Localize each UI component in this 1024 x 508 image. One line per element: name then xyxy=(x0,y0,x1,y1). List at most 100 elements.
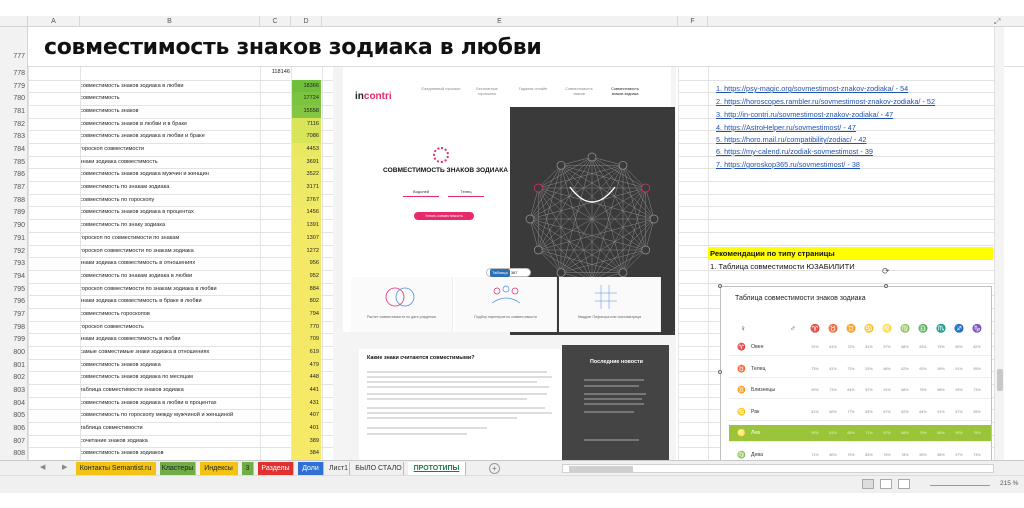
keyword-cell[interactable]: гороскоп совместимости по знакам зодиака xyxy=(80,248,194,254)
row-header[interactable]: 789 xyxy=(0,209,28,216)
row-header[interactable]: 807 xyxy=(0,438,28,445)
horizontal-scroll-thumb[interactable] xyxy=(569,466,633,472)
resize-handle[interactable] xyxy=(718,284,722,288)
keyword-cell[interactable]: совместимость гороскопов xyxy=(80,311,150,317)
select-all-corner[interactable] xyxy=(0,16,28,27)
column-header-b[interactable]: B xyxy=(80,16,260,27)
column-header-e[interactable]: E xyxy=(322,16,678,27)
competitor-link[interactable]: 6. https://my-calend.ru/zodiak-sovmestim… xyxy=(716,147,873,156)
zoom-slider[interactable] xyxy=(930,485,990,486)
keyword-cell[interactable]: знаки зодиака совместимость xyxy=(80,159,158,165)
row-header[interactable]: 808 xyxy=(0,450,28,457)
compatibility-row[interactable]: ♋ Рак 81% 60% 77% 83% 67% 82% 64% 91% 87% 95% xyxy=(729,404,991,421)
volume-cell[interactable]: 4453 xyxy=(291,143,321,156)
volume-cell[interactable]: 952 xyxy=(291,269,321,283)
row-header[interactable]: 782 xyxy=(0,121,28,128)
volume-cell[interactable]: 770 xyxy=(291,320,321,334)
prototype-image[interactable]: incontri Ежедневный гороскоп Бесплатные … xyxy=(333,67,676,460)
column-header-c[interactable]: C xyxy=(260,16,291,27)
volume-cell[interactable]: 709 xyxy=(291,333,321,346)
resize-handle[interactable] xyxy=(884,284,888,288)
column-header-d[interactable]: D xyxy=(291,16,322,27)
keyword-cell[interactable]: совместимость xyxy=(80,95,120,101)
zoom-level[interactable]: 215 % xyxy=(1000,480,1018,487)
page-break-view-button[interactable] xyxy=(898,479,910,489)
column-header-f[interactable]: F xyxy=(678,16,708,27)
keyword-cell[interactable]: знаки зодиака совместимость в отношениях xyxy=(80,260,195,266)
resize-handle[interactable] xyxy=(718,370,722,374)
compatibility-row[interactable]: ♌ Лев 99% 81% 68% 71% 57% 88% 79% 88% 99% 76% xyxy=(729,425,991,442)
vertical-scroll-thumb[interactable] xyxy=(997,369,1003,391)
keyword-cell[interactable]: совместимость знаков зодиака в любви и б… xyxy=(80,133,205,139)
competitor-link[interactable]: 4. https://AstroHelper.ru/sovmestimost/ … xyxy=(716,123,856,132)
competitor-link[interactable]: 3. http://in-contri.ru/sovmestimost-znak… xyxy=(716,110,893,119)
keyword-cell[interactable]: совместимость по знакам зодиака xyxy=(80,184,169,190)
recommendations-heading[interactable]: Рекомендации по типу страницы xyxy=(708,247,993,260)
volume-cell[interactable]: 3522 xyxy=(291,168,321,182)
row-header[interactable]: 797 xyxy=(0,311,28,318)
row-header[interactable]: 783 xyxy=(0,133,28,140)
fullscreen-icon[interactable]: ⤢ xyxy=(994,17,1004,26)
row-header[interactable]: 784 xyxy=(0,146,28,153)
sheet-tab[interactable]: Лист1 xyxy=(328,462,350,475)
volume-cell[interactable]: 3691 xyxy=(291,155,321,169)
row-header-777[interactable]: 777 xyxy=(0,27,28,67)
recommendation-item[interactable]: 1. Таблица совместимости ЮЗАБИЛИТИ xyxy=(710,262,855,271)
compatibility-table-image[interactable]: Таблица совместимости знаков зодиака ♀ ♂ ♈… xyxy=(720,286,992,462)
volume-cell[interactable]: 956 xyxy=(291,257,321,270)
row-header[interactable]: 798 xyxy=(0,324,28,331)
row-header[interactable]: 794 xyxy=(0,273,28,280)
row-header[interactable]: 804 xyxy=(0,400,28,407)
sheet-tab[interactable]: Контакты Semantist.ru xyxy=(76,462,156,475)
keyword-cell[interactable]: гороскоп по совместимости по знакам xyxy=(80,235,179,241)
add-sheet-button[interactable]: + xyxy=(489,463,500,474)
keyword-cell[interactable]: совместимость знаков в любви и в браке xyxy=(80,121,187,127)
volume-cell[interactable]: 1391 xyxy=(291,219,321,232)
row-header[interactable]: 795 xyxy=(0,286,28,293)
keyword-cell[interactable]: совместимость по гороскопу между мужчино… xyxy=(80,412,233,418)
row-header[interactable]: 800 xyxy=(0,349,28,356)
row-header[interactable]: 778 xyxy=(0,70,28,77)
keyword-cell[interactable]: совместимость по гороскопу xyxy=(80,197,154,203)
sheet-tab[interactable]: Кластеры xyxy=(160,462,196,475)
row-header[interactable]: 780 xyxy=(0,95,28,102)
volume-cell[interactable]: 479 xyxy=(291,358,321,372)
keyword-cell[interactable]: совместимость знаков зодиака в любви xyxy=(80,83,184,89)
compatibility-row[interactable]: ♊ Близнецы 90% 73% 84% 67% 91% 68% 79% 58% 93% 73% xyxy=(729,382,991,399)
volume-cell[interactable]: 15558 xyxy=(291,105,321,118)
keyword-cell[interactable]: гороскоп совместимости xyxy=(80,146,144,152)
volume-cell[interactable]: 407 xyxy=(291,409,321,423)
keyword-cell[interactable]: совместимость знаков xyxy=(80,108,138,114)
keyword-cell[interactable]: гороскоп совместимости по знакам зодиака… xyxy=(80,286,217,292)
keyword-cell[interactable]: совместимость знаков зодиака в любви в п… xyxy=(80,400,217,406)
competitor-link[interactable]: 7. https://goroskop365.ru/sovmestimost/ … xyxy=(716,160,860,169)
volume-cell[interactable]: 384 xyxy=(291,447,321,461)
keyword-cell[interactable]: совместимость знаков зодиака xyxy=(80,362,161,368)
volume-cell[interactable]: 7116 xyxy=(291,117,321,131)
page-title[interactable]: совместимость знаков зодиака в любви xyxy=(44,35,542,60)
column-header-a[interactable]: A xyxy=(28,16,80,27)
keyword-cell[interactable]: совместимость по знаку зодиака xyxy=(80,222,165,228)
keyword-cell[interactable]: самые совместимые знаки зодиака в отноше… xyxy=(80,349,209,355)
keyword-cell[interactable]: таблица совместимости xyxy=(80,425,143,431)
volume-cell[interactable]: 884 xyxy=(291,282,321,296)
horizontal-scrollbar[interactable] xyxy=(562,464,994,473)
keyword-cell[interactable]: совместимость знаков зодиаков xyxy=(80,450,164,456)
keyword-cell[interactable]: совместимость знаков зодиака в процентах xyxy=(80,209,194,215)
keyword-cell[interactable]: совместимость знаков зодиака по месяцам xyxy=(80,374,193,380)
compatibility-row[interactable]: ♉ Телец 73% 81% 73% 53% 68% 82% 93% 99% 91% 95% xyxy=(729,361,991,378)
competitor-link[interactable]: 1. https://psy-magic.org/sovmestimost-zn… xyxy=(716,84,908,93)
keyword-cell[interactable]: знаки зодиака совместимость в браке в лю… xyxy=(80,298,202,304)
volume-cell[interactable]: 431 xyxy=(291,396,321,410)
row-header[interactable]: 805 xyxy=(0,412,28,419)
row-header[interactable]: 790 xyxy=(0,222,28,229)
row-header[interactable]: 787 xyxy=(0,184,28,191)
competitor-link[interactable]: 5. https://horo.mail.ru/compatibility/zo… xyxy=(716,135,866,144)
keyword-cell[interactable]: совместимость по знакам зодиака в любви xyxy=(80,273,192,279)
volume-cell[interactable]: 802 xyxy=(291,295,321,308)
sheet-tab[interactable]: Индексы xyxy=(200,462,238,475)
row-header[interactable]: 786 xyxy=(0,171,28,178)
sheet-tab[interactable]: 3 xyxy=(242,462,254,475)
keyword-cell[interactable]: гороскоп совместимость xyxy=(80,324,144,330)
volume-cell[interactable]: 18366 xyxy=(291,79,321,93)
